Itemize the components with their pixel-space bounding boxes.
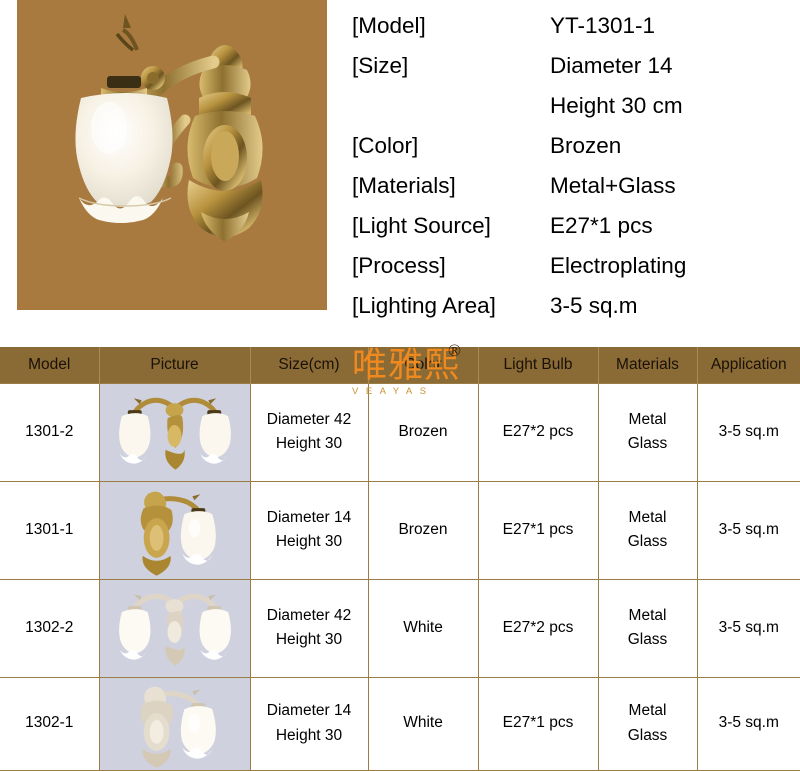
cell-picture [98,676,251,771]
column-header-model: Model [0,347,100,383]
wall-sconce-one-light-white-icon [99,677,250,770]
wall-sconce-one-light-brass-icon [99,481,250,579]
cell-light-bulb: E27*1 pcs [477,676,599,771]
column-header-size: Size(cm) [250,347,369,383]
cell-model: 1301-1 [0,480,100,580]
spec-value-color: Brozen [550,133,622,158]
spec-label-materials: [Materials] [352,173,456,198]
table-header-row: Model Picture Size(cm) Color Light Bulb … [0,347,800,383]
spec-value-model: YT-1301-1 [550,13,656,38]
hero-product-photo [17,0,327,310]
spec-row-materials: [Materials] Metal+Glass [352,166,792,206]
cell-application: 3-5 sq.m [696,578,800,678]
cell-materials: Metal Glass [597,676,698,771]
spec-row-light-source: [Light Source] E27*1 pcs [352,206,792,246]
cell-model: 1302-2 [0,578,100,678]
cell-model: 1301-2 [0,382,100,482]
cell-size: Diameter 14 Height 30 [249,480,369,580]
spec-label-lighting-area: [Lighting Area] [352,293,496,318]
cell-color: White [367,676,479,771]
cell-size: Diameter 14 Height 30 [249,676,369,771]
cell-picture [98,578,251,678]
cell-size: Diameter 42 Height 30 [249,578,369,678]
cell-color: White [367,578,479,678]
cell-model: 1302-1 [0,676,100,771]
cell-color: Brozen [367,382,479,482]
spec-row-size: [Size] Diameter 14 [352,46,792,86]
wall-sconce-two-light-brass-icon [99,383,250,481]
cell-picture [98,382,251,482]
cell-materials: Metal Glass [597,382,698,482]
spec-label-light-source: [Light Source] [352,213,491,238]
spec-value-size-diameter: Diameter 14 [550,53,673,78]
spec-row-size-height: Height 30 cm [352,86,792,126]
product-overview-section: [Model] YT-1301-1 [Size] Diameter 14 Hei… [0,0,800,347]
spec-row-process: [Process] Electroplating [352,246,792,286]
table-row: 1301-1 Diameter 14 Height 30 Brozen E27*… [0,480,800,580]
spec-value-lighting-area: 3-5 sq.m [550,293,638,318]
spec-label-process: [Process] [352,253,446,278]
cell-size: Diameter 42 Height 30 [249,382,369,482]
cell-application: 3-5 sq.m [696,382,800,482]
spec-label-model: [Model] [352,13,426,38]
wall-sconce-two-light-white-icon [99,579,250,677]
cell-light-bulb: E27*2 pcs [477,382,599,482]
cell-materials: Metal Glass [597,480,698,580]
spec-label-size: [Size] [352,53,409,78]
table-row: 1301-2 Diameter 42 Height 30 Brozen E27*… [0,382,800,482]
spec-value-process: Electroplating [550,253,687,278]
cell-application: 3-5 sq.m [696,480,800,580]
column-header-application: Application [697,347,800,383]
spec-value-materials: Metal+Glass [550,173,676,198]
cell-color: Brozen [367,480,479,580]
column-header-color: Color [368,347,479,383]
cell-light-bulb: E27*2 pcs [477,578,599,678]
cell-light-bulb: E27*1 pcs [477,480,599,580]
cell-application: 3-5 sq.m [696,676,800,771]
column-header-picture: Picture [99,347,251,383]
table-row: 1302-2 Diameter 42 Height 30 White E27*2… [0,578,800,678]
cell-picture [98,480,251,580]
spec-row-color: [Color] Brozen [352,126,792,166]
product-variant-table: Model Picture Size(cm) Color Light Bulb … [0,347,800,771]
product-spec-list: [Model] YT-1301-1 [Size] Diameter 14 Hei… [352,6,792,326]
spec-value-size-height: Height 30 cm [550,93,683,118]
spec-label-color: [Color] [352,133,419,158]
spec-row-lighting-area: [Lighting Area] 3-5 sq.m [352,286,792,326]
column-header-materials: Materials [598,347,698,383]
cell-materials: Metal Glass [597,578,698,678]
column-header-light-bulb: Light Bulb [478,347,599,383]
spec-row-model: [Model] YT-1301-1 [352,6,792,46]
table-row: 1302-1 Diameter 14 Height 30 White E27*1… [0,676,800,771]
spec-value-light-source: E27*1 pcs [550,213,653,238]
